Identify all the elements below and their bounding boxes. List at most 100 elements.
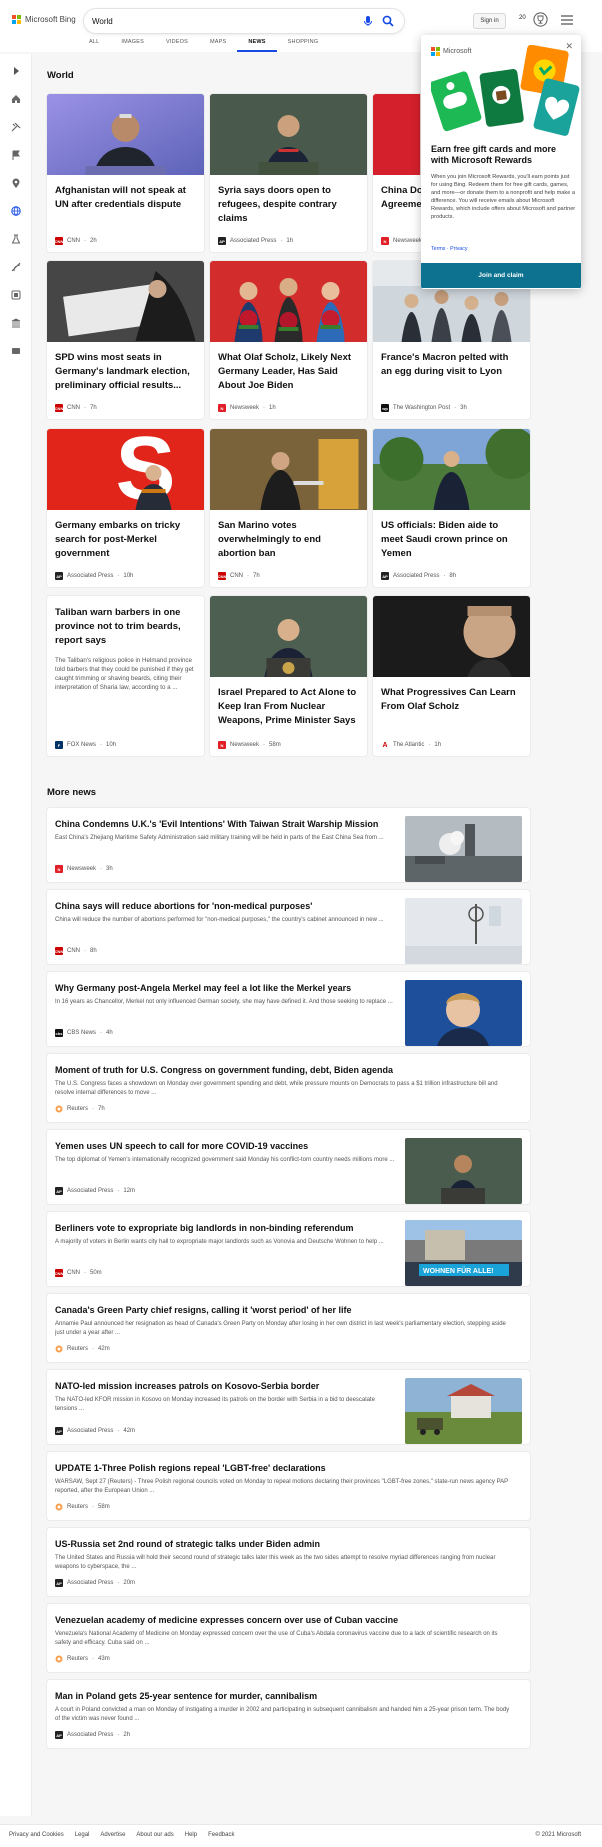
more-news-item[interactable]: Moment of truth for U.S. Congress on gov… (47, 1054, 530, 1122)
tab-news[interactable]: NEWS (237, 37, 277, 52)
footer-link-privacy[interactable]: Privacy and Cookies (9, 1832, 64, 1838)
news-card[interactable]: Israel Prepared to Act Alone to Keep Ira… (210, 596, 367, 756)
section-title-world: World (47, 70, 74, 81)
tab-all[interactable]: ALL (78, 37, 110, 52)
cnn-logo-icon: CNN (54, 1269, 64, 1277)
source-name: The Washington Post (393, 405, 451, 411)
more-news-item[interactable]: China says will reduce abortions for 'no… (47, 890, 530, 964)
source-name: CNN (67, 238, 80, 244)
source-name: Associated Press (393, 573, 440, 579)
more-news-item[interactable]: Why Germany post-Angela Merkel may feel … (47, 972, 530, 1046)
footer-link-about-ads[interactable]: About our ads (136, 1832, 173, 1838)
news-card[interactable]: Afghanistan will not speak at UN after c… (47, 94, 204, 252)
bing-logo[interactable]: Microsoft Bing (12, 15, 76, 24)
news-card[interactable]: US officials: Biden aide to meet Saudi c… (373, 429, 530, 587)
tab-shopping[interactable]: SHOPPING (277, 37, 330, 52)
news-card[interactable]: Syria says doors open to refugees, despi… (210, 94, 367, 252)
cbs-logo-icon: cbs (55, 1029, 63, 1037)
time-separator: · (84, 948, 86, 954)
time-ago: 4h (106, 1030, 113, 1036)
news-card-title: France's Macron pelted with an egg durin… (381, 352, 509, 377)
news-card[interactable]: Taliban warn barbers in one province not… (47, 596, 204, 756)
sidebar-sports-icon[interactable] (9, 260, 23, 274)
sidebar-location-icon[interactable] (9, 176, 23, 190)
source-name: Reuters (67, 1504, 89, 1510)
search-box[interactable]: World (84, 9, 404, 33)
privacy-link[interactable]: Privacy (450, 246, 467, 252)
more-news-item[interactable]: China Condemns U.K.'s 'Evil Intentions' … (47, 808, 530, 882)
news-card-image (373, 429, 530, 510)
news-card-title: Afghanistan will not speak at UN after c… (55, 185, 186, 210)
sidebar-tools-icon[interactable] (9, 120, 23, 134)
more-news-item[interactable]: NATO-led mission increases patrols on Ko… (47, 1370, 530, 1444)
news-card[interactable]: SPD wins most seats in Germany's landmar… (47, 261, 204, 419)
rewards-points[interactable]: 20 (519, 15, 526, 21)
source-name: CNN (230, 573, 243, 579)
time-separator: · (117, 1188, 120, 1194)
news-card-title: Taliban warn barbers in one province not… (55, 607, 181, 646)
news-card[interactable]: What Olaf Scholz, Likely Next Germany Le… (210, 261, 367, 419)
more-news-item[interactable]: Yemen uses UN speech to call for more CO… (47, 1130, 530, 1204)
source-name: Associated Press (67, 1188, 114, 1194)
footer-link-feedback[interactable]: Feedback (208, 1832, 234, 1838)
ap-logo-icon: AP (218, 237, 226, 245)
sidebar-home-icon[interactable] (9, 92, 23, 106)
sidebar-flag-icon[interactable] (9, 148, 23, 162)
source-name: Newsweek (393, 238, 423, 244)
sidebar-expand-icon[interactable] (9, 64, 23, 78)
news-card[interactable]: San Marino votes overwhelmingly to end a… (210, 429, 367, 587)
time-separator: · (117, 1580, 120, 1586)
news-card-image (210, 261, 367, 342)
join-and-claim-button[interactable]: Join and claim (421, 263, 581, 288)
sidebar-world-icon[interactable] (9, 204, 23, 218)
search-input[interactable]: World (92, 17, 362, 26)
source-name: Reuters (67, 1656, 89, 1662)
sidebar-science-icon[interactable] (9, 232, 23, 246)
time-ago: 58m (98, 1504, 110, 1510)
time-ago: 7h (90, 405, 97, 411)
more-news-item[interactable]: UPDATE 1-Three Polish regions repeal 'LG… (47, 1452, 530, 1520)
source-name: Associated Press (67, 1428, 114, 1434)
more-news-description: In 16 years as Chancellor, Merkel not on… (55, 999, 393, 1005)
sign-in-button[interactable]: Sign in (473, 13, 506, 29)
news-card[interactable]: S Germany embarks on tricky search for po… (47, 429, 204, 587)
more-news-item[interactable]: Canada's Green Party chief resigns, call… (47, 1294, 530, 1362)
more-news-item[interactable]: Man in Poland gets 25-year sentence for … (47, 1680, 530, 1748)
more-news-item[interactable]: Venezuelan academy of medicine expresses… (47, 1604, 530, 1672)
footer-link-advertise[interactable]: Advertise (100, 1832, 125, 1838)
source-name: Reuters (67, 1106, 89, 1112)
ap-logo-icon: AP (55, 1427, 63, 1435)
reuters-logo-icon (55, 1503, 63, 1511)
tab-videos[interactable]: VIDEOS (155, 37, 199, 52)
sidebar-entertainment-icon[interactable] (9, 288, 23, 302)
footer-link-legal[interactable]: Legal (75, 1832, 90, 1838)
tab-images[interactable]: IMAGES (110, 37, 155, 52)
sidebar-politics-icon[interactable] (9, 316, 23, 330)
news-card-source: wp The Washington Post · 3h (381, 404, 467, 412)
rewards-trophy-icon[interactable] (533, 12, 548, 27)
brand-name: Microsoft Bing (25, 15, 76, 24)
source-name: The Atlantic (393, 742, 425, 748)
more-news-item[interactable]: Berliners vote to expropriate big landlo… (47, 1212, 530, 1286)
microphone-icon[interactable] (362, 15, 374, 27)
news-card-source: A The Atlantic · 1h (381, 741, 441, 749)
nw-logo-icon: N (218, 404, 226, 412)
more-news-title: Venezuelan academy of medicine expresses… (55, 1615, 399, 1625)
time-ago: 12m (123, 1188, 136, 1194)
time-ago: 7h (98, 1106, 105, 1112)
category-sidebar (0, 54, 32, 1816)
gift-cards-illustration (431, 45, 580, 136)
sidebar-more-icon[interactable] (9, 344, 23, 358)
search-icon[interactable] (382, 15, 394, 27)
time-separator: · (443, 573, 446, 579)
more-news-item[interactable]: US-Russia set 2nd round of strategic tal… (47, 1528, 530, 1596)
news-card-title: US officials: Biden aide to meet Saudi c… (381, 520, 508, 559)
menu-icon[interactable] (561, 15, 573, 25)
terms-link[interactable]: Terms (431, 246, 445, 252)
tab-maps[interactable]: MAPS (199, 37, 237, 52)
footer-link-help[interactable]: Help (185, 1832, 197, 1838)
time-separator: · (100, 866, 103, 872)
news-card[interactable]: What Progressives Can Learn From Olaf Sc… (373, 596, 530, 756)
time-ago: 42m (123, 1428, 136, 1434)
reuters-logo-icon (55, 1655, 63, 1663)
